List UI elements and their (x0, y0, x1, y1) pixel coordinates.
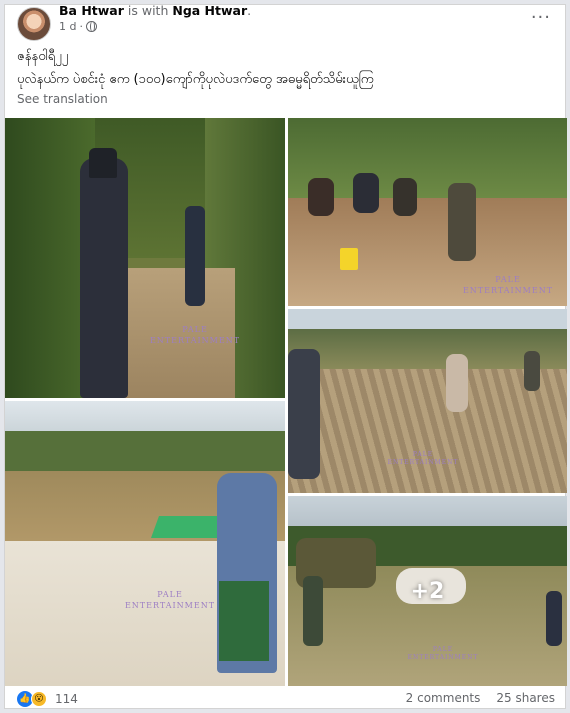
post-header: Ba Htwar is with Nga Htwar. 1 d · ··· (5, 3, 565, 43)
watermark-line2: ENTERTAINMENT (387, 459, 459, 466)
photo-4-watermark: PALE ENTERTAINMENT (115, 589, 225, 611)
post-meta: 1 d · (59, 20, 97, 33)
watermark-line2: ENTERTAINMENT (462, 286, 554, 295)
watermark-line1: PALE (412, 451, 434, 458)
author-line: Ba Htwar is with Nga Htwar. (59, 3, 252, 18)
watermark-line1: PALE (182, 325, 208, 334)
post-time[interactable]: 1 d (59, 20, 76, 33)
meta-dot: · (79, 20, 83, 33)
photo-2[interactable]: PALE ENTERTAINMENT (288, 118, 567, 306)
photo-2-watermark: PALE ENTERTAINMENT (448, 274, 567, 296)
photo-3-watermark: PALE ENTERTAINMENT (378, 451, 468, 467)
watermark-line2: ENTERTAINMENT (124, 601, 216, 610)
with-text: is with (127, 3, 169, 18)
photo-3[interactable]: PALE ENTERTAINMENT (288, 309, 567, 493)
globe-icon (85, 21, 97, 32)
post-text-line-1: ဇန်နဝါရီ၂၂ (17, 49, 68, 64)
author-name[interactable]: Ba Htwar (59, 3, 124, 18)
reactions-summary[interactable]: 👍 😮 114 (17, 691, 78, 707)
watermark-line1: PALE (495, 275, 521, 284)
watermark-line2: ENTERTAINMENT (407, 654, 479, 661)
post-text: ဇန်နဝါရီ၂၂ ပုလဲနယ်က ပဲစင်းငုံ ဧက (၁၀၀)ကျ… (17, 45, 374, 91)
shares-count-link[interactable]: 25 shares (496, 691, 555, 705)
photo-5-watermark: PALE ENTERTAINMENT (398, 646, 488, 662)
comments-count-link[interactable]: 2 comments (406, 691, 481, 705)
wow-reaction-icon: 😮 (31, 691, 47, 707)
watermark-line1: PALE (432, 646, 454, 653)
photo-5[interactable]: +2 PALE ENTERTAINMENT (288, 496, 567, 686)
photo-4[interactable]: PALE ENTERTAINMENT (5, 401, 285, 686)
watermark-line1: PALE (157, 590, 183, 599)
photo-1[interactable]: PALE ENTERTAINMENT (5, 118, 285, 398)
post-stats: 2 comments 25 shares (406, 691, 555, 705)
post-card: Ba Htwar is with Nga Htwar. 1 d · ··· ဇန… (4, 3, 567, 710)
post-footer: 👍 😮 114 2 comments 25 shares (5, 688, 565, 710)
photo-grid: PALE ENTERTAINMENT PALE ENTERTAINMENT PA… (5, 118, 567, 686)
reaction-count[interactable]: 114 (55, 692, 78, 706)
more-options-icon[interactable]: ··· (531, 7, 551, 28)
watermark-line2: ENTERTAINMENT (149, 336, 241, 345)
tagged-name[interactable]: Nga Htwar (172, 3, 247, 18)
avatar[interactable] (17, 7, 51, 41)
see-translation-link[interactable]: See translation (17, 92, 108, 106)
post-text-line-2: ပုလဲနယ်က ပဲစင်းငုံ ဧက (၁၀၀)ကျော်ကိုပုလဲပ… (17, 72, 374, 87)
photo-1-watermark: PALE ENTERTAINMENT (135, 324, 255, 346)
